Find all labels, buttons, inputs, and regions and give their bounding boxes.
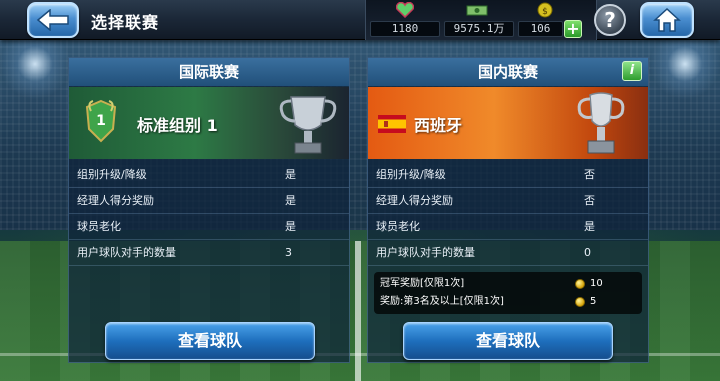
cash-icon xyxy=(466,5,488,16)
list-item: 组别升级/降级 否 xyxy=(368,162,648,188)
help-icon: ? xyxy=(604,8,616,32)
rank-badge-number: 1 xyxy=(96,113,106,129)
info-button[interactable]: i xyxy=(622,61,642,81)
domestic-panel-title: 国内联赛 xyxy=(368,58,648,86)
rule-label: 用户球队对手的数量 xyxy=(77,246,176,259)
rule-value: 否 xyxy=(584,168,595,181)
domestic-rules-list: 组别升级/降级 否 经理人得分奖励 否 球员老化 是 用户球队对手的数量 0 xyxy=(368,162,648,266)
international-league-banner: 1 标准组别 1 xyxy=(69,87,349,159)
rule-label: 经理人得分奖励 xyxy=(77,194,154,207)
back-button[interactable] xyxy=(27,2,79,38)
spain-flag-icon xyxy=(378,115,406,133)
rule-label: 球员老化 xyxy=(77,220,121,233)
domestic-league-panel[interactable]: 国内联赛 i 西班牙 组别升级/降级 否 经理人得分奖励 否 球员老化 是 用户… xyxy=(367,57,649,363)
floodlight-right xyxy=(650,40,720,100)
coin-icon xyxy=(575,297,585,307)
page-title: 选择联赛 xyxy=(91,13,160,32)
coin-icon: $ xyxy=(537,2,553,18)
rule-label: 组别升级/降级 xyxy=(376,168,446,181)
rule-label: 用户球队对手的数量 xyxy=(376,246,475,259)
domestic-league-banner: 西班牙 xyxy=(368,87,648,159)
top-bar: 选择联赛 1180 9575.1万 $ 106 + ? xyxy=(0,0,720,40)
reward-row-top3: 奖励:第3名及以上[仅限1次] 5 xyxy=(380,293,636,311)
back-arrow-icon xyxy=(36,9,69,31)
rule-value: 是 xyxy=(285,194,296,207)
rule-label: 经理人得分奖励 xyxy=(376,194,453,207)
view-teams-button-international[interactable]: 查看球队 xyxy=(105,322,315,360)
list-item: 组别升级/降级 是 xyxy=(69,162,349,188)
reward-label: 冠军奖励[仅限1次] xyxy=(380,278,465,289)
info-icon: i xyxy=(629,63,635,78)
trophy-icon xyxy=(577,92,625,154)
rule-value: 是 xyxy=(285,220,296,233)
rule-value: 0 xyxy=(584,246,591,259)
rule-label: 球员老化 xyxy=(376,220,420,233)
svg-text:$: $ xyxy=(542,7,548,17)
list-item: 球员老化 是 xyxy=(368,214,648,240)
home-icon xyxy=(653,7,681,32)
cash-value: 9575.1万 xyxy=(444,21,514,37)
currency-panel: 1180 9575.1万 $ 106 xyxy=(365,0,597,40)
rule-label: 组别升级/降级 xyxy=(77,168,147,181)
pitch-center-line xyxy=(355,241,361,381)
add-currency-button[interactable]: + xyxy=(564,20,582,38)
heart-gem-icon xyxy=(396,2,414,18)
plus-icon: + xyxy=(566,19,580,38)
reward-row-champion: 冠军奖励[仅限1次] 10 xyxy=(380,275,636,293)
trophy-icon xyxy=(279,96,337,154)
rule-value: 3 xyxy=(285,246,292,259)
international-league-panel[interactable]: 国际联赛 1 标准组别 1 组别升级/降级 是 经理人得分奖励 是 球员老化 是 xyxy=(68,57,350,363)
domestic-league-name: 西班牙 xyxy=(414,116,463,135)
list-item: 用户球队对手的数量 0 xyxy=(368,240,648,266)
floodlight-left xyxy=(0,40,70,100)
rewards-box: 冠军奖励[仅限1次] 10 奖励:第3名及以上[仅限1次] 5 xyxy=(374,272,642,314)
rule-value: 是 xyxy=(584,220,595,233)
list-item: 球员老化 是 xyxy=(69,214,349,240)
reward-label: 奖励:第3名及以上[仅限1次] xyxy=(380,296,504,307)
home-button[interactable] xyxy=(640,2,694,38)
coins-value: 106 xyxy=(518,21,563,37)
international-league-name: 标准组别 1 xyxy=(137,116,218,135)
rule-value: 否 xyxy=(584,194,595,207)
list-item: 用户球队对手的数量 3 xyxy=(69,240,349,266)
international-panel-title: 国际联赛 xyxy=(69,58,349,86)
reward-value: 5 xyxy=(590,296,597,307)
coin-icon xyxy=(575,279,585,289)
list-item: 经理人得分奖励 是 xyxy=(69,188,349,214)
international-rules-list: 组别升级/降级 是 经理人得分奖励 是 球员老化 是 用户球队对手的数量 3 xyxy=(69,162,349,266)
reward-value: 10 xyxy=(590,278,603,289)
list-item: 经理人得分奖励 否 xyxy=(368,188,648,214)
view-teams-button-domestic[interactable]: 查看球队 xyxy=(403,322,613,360)
rule-value: 是 xyxy=(285,168,296,181)
gems-value: 1180 xyxy=(370,21,440,37)
help-button[interactable]: ? xyxy=(594,4,626,36)
